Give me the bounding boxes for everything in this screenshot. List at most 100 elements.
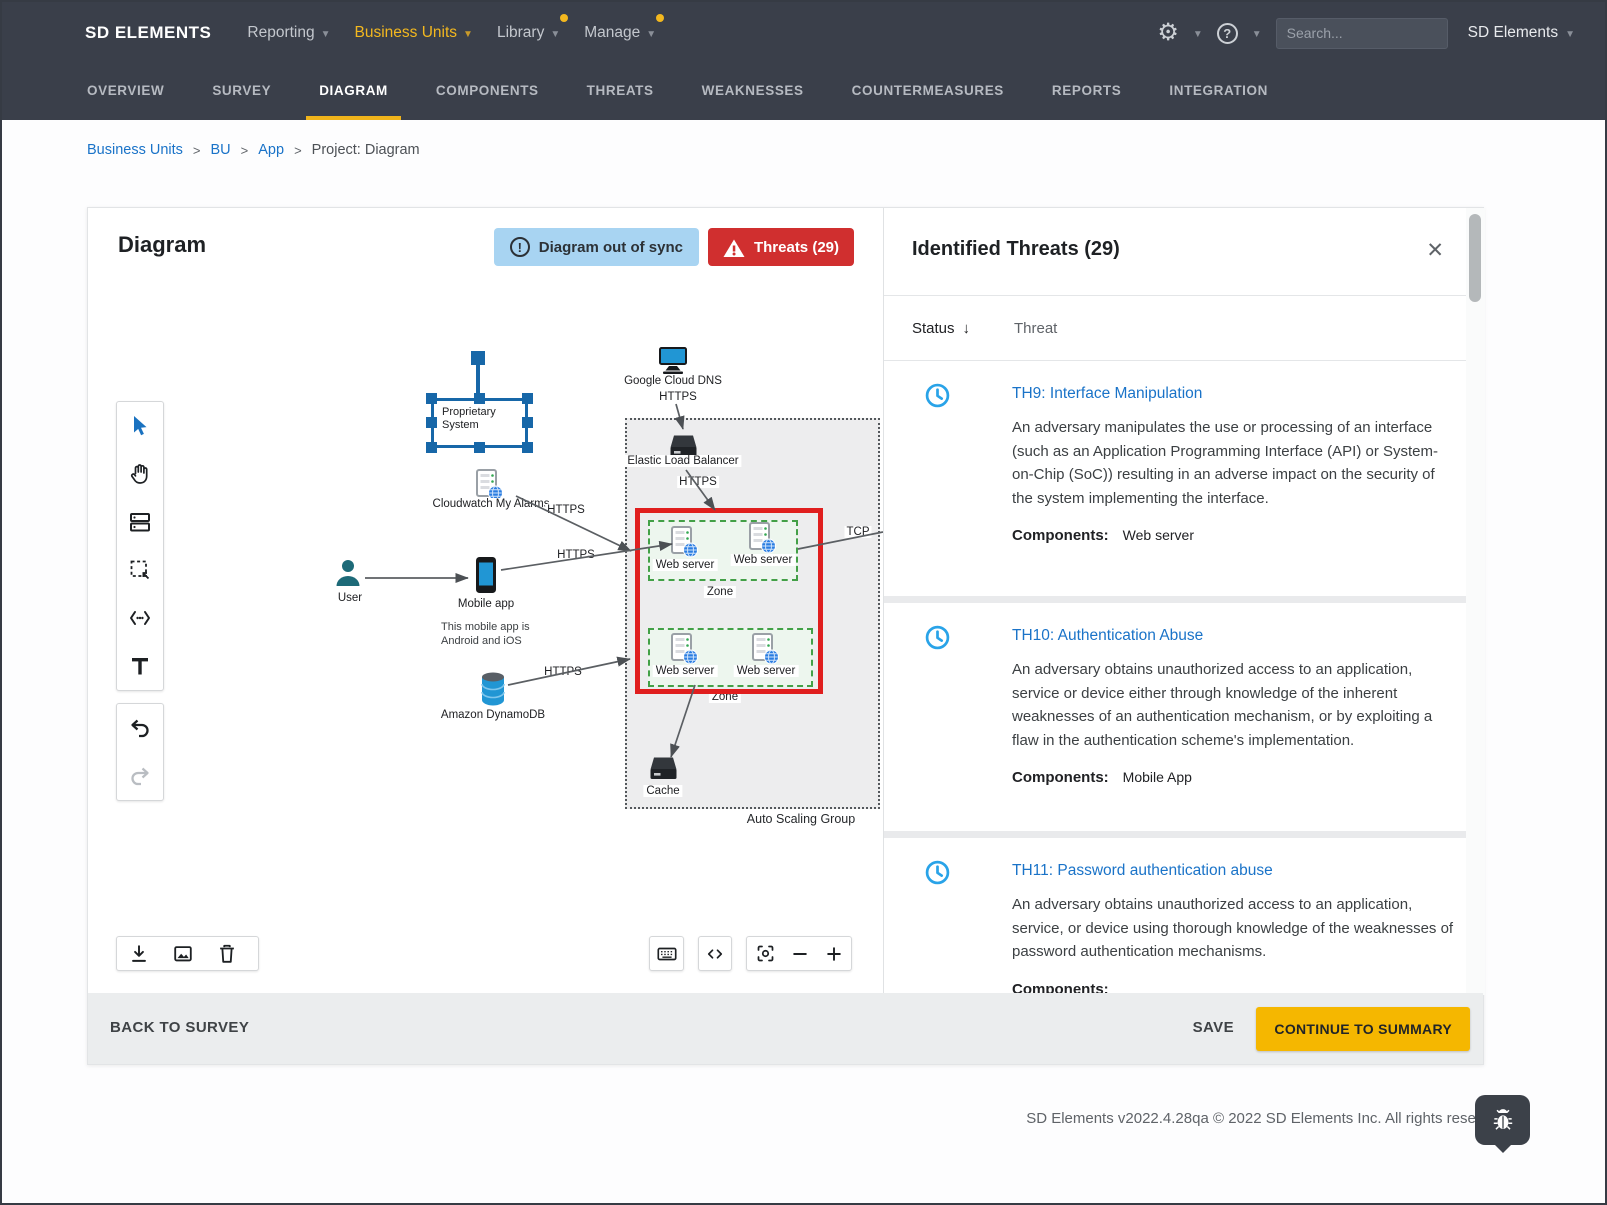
phone-icon (475, 556, 497, 594)
save-button[interactable]: SAVE (1193, 1019, 1234, 1036)
diagram-out-of-sync-badge[interactable]: ! Diagram out of sync (494, 228, 699, 266)
breadcrumb-business-units[interactable]: Business Units (87, 142, 183, 158)
breadcrumb-bu[interactable]: BU (211, 142, 231, 158)
warning-triangle-icon (723, 237, 745, 258)
edge-label-https: HTTPS (545, 504, 587, 516)
tab-weaknesses[interactable]: WEAKNESSES (689, 64, 817, 120)
threat-link[interactable]: TH9: Interface Manipulation (1012, 385, 1442, 403)
notification-dot (656, 14, 664, 22)
selection-handle[interactable] (474, 393, 485, 404)
gear-icon[interactable]: ⚙ (1157, 21, 1179, 45)
selection-handle[interactable] (426, 393, 437, 404)
keyboard-shortcuts-button[interactable] (650, 937, 683, 970)
components-label: Components: (1012, 527, 1109, 544)
image-icon (172, 943, 194, 965)
sort-desc-icon: ↓ (963, 320, 971, 337)
diagram-card: Diagram ! Diagram out of sync Threats (2… (87, 207, 1484, 1065)
node-cache[interactable] (649, 756, 678, 785)
tab-components[interactable]: COMPONENTS (423, 64, 552, 120)
code-view-box (698, 936, 732, 971)
selection-handle[interactable] (426, 442, 437, 453)
diagram-canvas[interactable]: Diagram ! Diagram out of sync Threats (2… (88, 208, 883, 995)
tab-countermeasures[interactable]: COUNTERMEASURES (839, 64, 1017, 120)
code-view-button[interactable] (699, 937, 731, 970)
search-input[interactable] (1276, 18, 1448, 49)
zone-tool[interactable] (117, 546, 163, 594)
chevron-down-icon[interactable]: ▼ (1252, 29, 1262, 40)
report-bug-button[interactable] (1475, 1095, 1530, 1145)
node-mobile-app[interactable] (475, 556, 497, 599)
continue-to-summary-button[interactable]: CONTINUE TO SUMMARY (1256, 1007, 1470, 1051)
menu-manage[interactable]: Manage ▼ (584, 24, 656, 42)
server-icon (649, 756, 678, 780)
selection-handle[interactable] (522, 417, 533, 428)
help-icon[interactable]: ? (1217, 23, 1238, 44)
dataflow-tool[interactable] (117, 594, 163, 642)
scrollbar-thumb[interactable] (1469, 214, 1481, 302)
chevron-down-icon: ▼ (1565, 29, 1575, 40)
tab-diagram[interactable]: DIAGRAM (306, 64, 401, 120)
selection-handle[interactable] (474, 442, 485, 453)
threat-link[interactable]: TH11: Password authentication abuse (1012, 862, 1442, 880)
identified-threats-panel: Identified Threats (29) ✕ Status ↓ Threa… (883, 208, 1466, 995)
column-status-sort[interactable]: Status ↓ (912, 320, 970, 337)
menu-library[interactable]: Library ▼ (497, 24, 560, 42)
node-user[interactable] (333, 558, 363, 592)
threat-row[interactable]: TH10: Authentication Abuse An adversary … (884, 603, 1466, 831)
select-tool[interactable] (117, 402, 163, 450)
redo-icon (128, 764, 152, 788)
threat-row[interactable]: TH9: Interface Manipulation An adversary… (884, 361, 1466, 596)
bug-icon (1490, 1107, 1516, 1133)
webserver-icon (749, 522, 777, 554)
threat-row[interactable]: TH11: Password authentication abuse An a… (884, 838, 1466, 995)
undo-button[interactable] (117, 704, 163, 752)
component-tool[interactable] (117, 498, 163, 546)
auto-scaling-group-boundary[interactable] (625, 418, 880, 809)
tab-reports[interactable]: REPORTS (1039, 64, 1134, 120)
chevron-down-icon[interactable]: ▼ (1193, 29, 1203, 40)
export-image-button[interactable] (161, 937, 205, 970)
delete-button[interactable] (205, 937, 249, 970)
node-amazon-dynamodb[interactable] (479, 671, 507, 712)
selection-handle[interactable] (522, 442, 533, 453)
node-label: Amazon DynamoDB (438, 709, 548, 721)
threats-count-button[interactable]: Threats (29) (708, 228, 854, 266)
info-exclamation-icon: ! (510, 237, 530, 257)
copyright-text: SD Elements v2022.4.28qa © 2022 SD Eleme… (1026, 1110, 1505, 1127)
node-label: Elastic Load Balancer (624, 455, 741, 467)
tab-threats[interactable]: THREATS (574, 64, 667, 120)
clock-status-icon (925, 860, 950, 885)
fit-view-button[interactable] (747, 937, 783, 970)
clock-status-icon (925, 625, 950, 650)
text-tool[interactable] (117, 642, 163, 690)
zoom-in-button[interactable] (817, 937, 851, 970)
panel-scrollbar[interactable] (1466, 208, 1485, 995)
node-web-server[interactable] (671, 526, 699, 563)
account-menu[interactable]: SD Elements ▼ (1468, 24, 1575, 42)
threat-link[interactable]: TH10: Authentication Abuse (1012, 627, 1442, 645)
tab-survey[interactable]: SURVEY (199, 64, 284, 120)
chevron-down-icon: ▼ (463, 29, 473, 40)
threat-description: An adversary obtains unauthorized access… (1012, 658, 1456, 752)
back-to-survey-button[interactable]: BACK TO SURVEY (110, 1019, 249, 1036)
top-navigation: SD ELEMENTS Reporting ▼ Business Units ▼… (2, 2, 1605, 120)
menu-business-units[interactable]: Business Units ▼ (355, 24, 473, 42)
mobile-annotation: This mobile app is Android and iOS (441, 620, 530, 648)
selection-handle[interactable] (426, 417, 437, 428)
zoom-out-button[interactable] (783, 937, 817, 970)
undo-icon (128, 716, 152, 740)
tab-integration[interactable]: INTEGRATION (1156, 64, 1281, 120)
connector-endpoint[interactable] (471, 351, 485, 365)
marquee-icon (128, 558, 152, 582)
pan-tool[interactable] (117, 450, 163, 498)
tab-overview[interactable]: OVERVIEW (74, 64, 177, 120)
selection-handle[interactable] (522, 393, 533, 404)
node-proprietary-system[interactable]: Proprietary System (431, 398, 528, 448)
breadcrumb-app[interactable]: App (258, 142, 284, 158)
menu-reporting[interactable]: Reporting ▼ (247, 24, 330, 42)
threats-list[interactable]: TH9: Interface Manipulation An adversary… (884, 361, 1466, 995)
flow-icon (128, 606, 152, 630)
download-button[interactable] (117, 937, 161, 970)
close-icon[interactable]: ✕ (1426, 238, 1444, 263)
redo-button[interactable] (117, 752, 163, 800)
